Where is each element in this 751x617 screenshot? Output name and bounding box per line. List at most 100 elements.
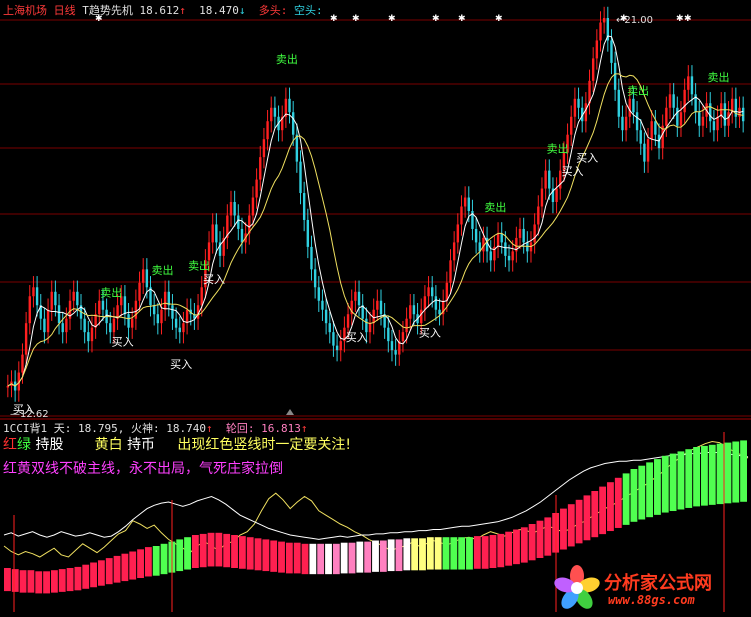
ribbon-bar: [466, 537, 473, 570]
candle: [390, 341, 394, 351]
ribbon-bar: [450, 537, 458, 570]
scroll-marker-icon: [286, 409, 294, 415]
candle: [507, 255, 511, 261]
candle: [602, 18, 606, 23]
candle: [83, 318, 86, 333]
candle: [526, 242, 529, 252]
candle: [156, 314, 160, 324]
ribbon-bar: [669, 453, 677, 512]
candle: [577, 98, 580, 108]
buy-signal: 买入: [576, 152, 598, 165]
ribbon-bar: [285, 542, 293, 574]
candle: [270, 107, 273, 122]
star-marker-icon: ✱: [95, 14, 103, 24]
candle: [591, 58, 595, 81]
star-marker-icon: ✱: [352, 14, 360, 24]
candle: [346, 314, 350, 328]
ribbon-bar: [35, 571, 43, 594]
star-marker-icon: ✱: [388, 14, 396, 24]
ribbon-bar: [4, 568, 11, 592]
star-marker-icon: ✱: [495, 14, 503, 24]
candle: [174, 318, 178, 328]
watermark-brand: 分析家公式网: [604, 573, 712, 594]
ribbon-bar: [677, 451, 685, 510]
ribbon-bar: [528, 524, 536, 561]
candle: [698, 112, 701, 126]
candle: [650, 121, 653, 140]
candle: [409, 305, 412, 319]
candle: [540, 188, 544, 207]
ribbon-bar: [591, 491, 599, 538]
candle: [431, 287, 434, 297]
ribbon-bar: [708, 444, 716, 505]
candle: [32, 287, 35, 297]
ribbon-bar: [262, 539, 270, 572]
candle: [310, 246, 313, 270]
candle: [401, 332, 405, 342]
ribbon-bar: [97, 560, 105, 586]
chart-canvas[interactable]: 买入买入买入买入买入 买入买入买入卖出卖出 卖出卖出卖出卖出卖出卖出—12.62←2…: [0, 0, 751, 617]
ribbon-bar: [583, 495, 591, 541]
ribbon-bar: [82, 564, 90, 589]
candle: [328, 323, 331, 333]
buy-signal: 买入: [170, 358, 192, 371]
ribbon-bar: [646, 462, 654, 518]
ribbon-bar: [607, 482, 614, 532]
candle: [87, 332, 90, 342]
buy-signal: 买入: [562, 165, 584, 178]
ribbon-bar: [481, 536, 489, 569]
ribbon-bar: [505, 531, 513, 566]
ribbon-bar: [364, 541, 372, 573]
ribbon-bar: [513, 529, 520, 565]
star-marker-icon: ✱: [330, 14, 338, 24]
candle: [511, 251, 514, 261]
candle: [332, 332, 335, 346]
ribbon-bar: [544, 517, 552, 556]
ribbon-bar: [293, 542, 301, 574]
candle: [643, 143, 646, 162]
ribbon-bar: [379, 540, 387, 572]
candle: [610, 40, 613, 63]
ribbon-bar: [732, 441, 740, 503]
candle: [635, 112, 639, 131]
candle: [65, 318, 68, 333]
candle: [379, 300, 383, 315]
ribbon-bar: [473, 536, 481, 569]
candle: [368, 323, 372, 333]
ribbon-bar: [191, 535, 199, 568]
ribbon-bar: [238, 536, 246, 569]
candle: [131, 318, 134, 328]
star-marker-icon: ✱: [620, 14, 628, 24]
candle: [167, 291, 170, 306]
candle: [76, 291, 79, 306]
candle: [324, 309, 328, 324]
candle: [544, 170, 547, 189]
ribbon-bar: [105, 558, 113, 585]
sell-signal: 卖出: [708, 70, 730, 84]
candle: [35, 287, 39, 306]
candle: [178, 327, 181, 333]
candle: [727, 112, 730, 126]
candle: [584, 103, 588, 122]
ribbon-bar: [152, 546, 160, 576]
ribbon-bar: [246, 537, 254, 570]
candle: [134, 300, 138, 319]
ribbon-bar: [575, 499, 583, 544]
ribbon-bar: [356, 541, 364, 573]
candle: [259, 157, 262, 180]
candle: [387, 327, 390, 342]
candle: [152, 305, 156, 315]
candle: [302, 193, 306, 220]
candle: [72, 291, 75, 301]
candle: [496, 233, 500, 247]
ribbon-bar: [19, 570, 27, 593]
candle: [127, 314, 130, 328]
ribbon-bar: [372, 540, 379, 572]
candle: [6, 386, 10, 388]
candle: [207, 242, 211, 261]
candle: [163, 291, 167, 310]
ribbon-bar: [411, 538, 419, 571]
sell-signal: 卖出: [100, 285, 122, 299]
candle: [668, 94, 672, 108]
ribbon-bar: [685, 449, 693, 508]
